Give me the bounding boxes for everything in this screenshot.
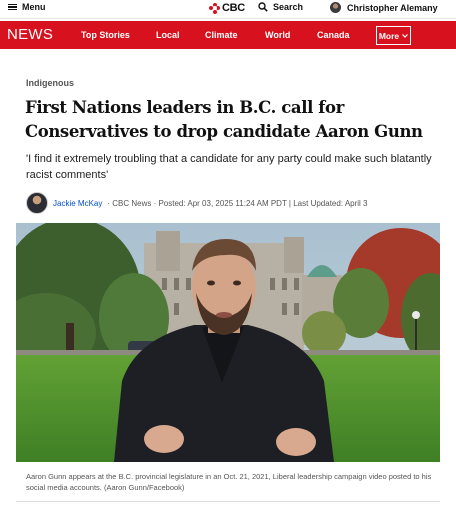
menu-button[interactable]: Menu [8, 2, 46, 12]
search-button[interactable]: Search [258, 2, 303, 12]
search-label: Search [273, 2, 304, 12]
cbc-gem-icon [209, 2, 220, 14]
article-photo [16, 223, 440, 462]
section-nav: NEWS Top Stories Local Climate World Can… [0, 21, 456, 49]
author-avatar [26, 192, 48, 214]
article-byline: Jackie McKay · CBC News · Posted: Apr 03… [26, 192, 368, 214]
chevron-down-icon [402, 33, 409, 38]
article-deck: 'I find it extremely troubling that a ca… [26, 153, 432, 181]
article-headline: First Nations leaders in B.C. call for C… [25, 98, 423, 141]
account-button[interactable]: Christopher Alemany [330, 2, 438, 13]
nav-item-climate[interactable]: Climate [205, 30, 238, 40]
article-meta: · CBC News · Posted: Apr 03, 2025 11:24 … [107, 198, 368, 208]
nav-item-canada[interactable]: Canada [317, 30, 350, 40]
nav-item-world[interactable]: World [265, 30, 290, 40]
logo-text: CBC [222, 2, 245, 14]
nav-item-local[interactable]: Local [156, 30, 180, 40]
nav-item-top-stories[interactable]: Top Stories [81, 30, 130, 40]
more-label: More [378, 30, 400, 41]
more-menu-button[interactable]: More [376, 26, 411, 45]
author-link[interactable]: Jackie McKay [53, 199, 102, 208]
top-utility-bar: Menu CBC Search Christopher Alemany [0, 0, 456, 19]
section-title[interactable]: NEWS [7, 26, 53, 43]
user-name: Christopher Alemany [347, 2, 438, 13]
photo-caption: Aaron Gunn appears at the B.C. provincia… [26, 472, 432, 492]
search-icon [258, 2, 268, 12]
user-avatar [330, 2, 341, 13]
hamburger-icon [8, 3, 17, 11]
article-category[interactable]: Indigenous [26, 78, 74, 88]
cbc-logo[interactable]: CBC [209, 2, 245, 14]
menu-label: Menu [22, 2, 46, 12]
divider [16, 501, 440, 502]
